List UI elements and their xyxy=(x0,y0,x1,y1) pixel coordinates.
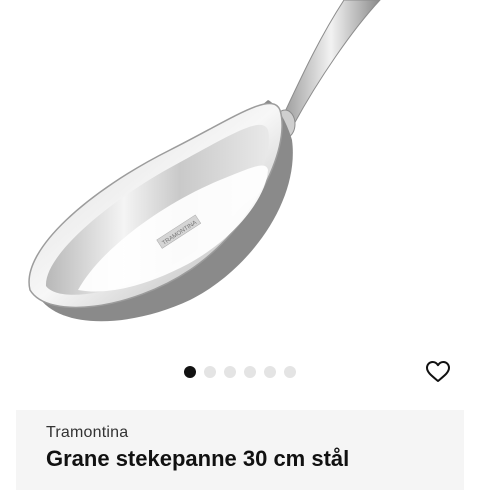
image-carousel-dots[interactable] xyxy=(184,366,296,378)
product-info-card: Tramontina Grane stekepanne 30 cm stål xyxy=(16,410,464,490)
carousel-dot[interactable] xyxy=(284,366,296,378)
heart-outline-icon xyxy=(426,361,450,382)
frying-pan-image: TRAMONTINA xyxy=(28,0,381,322)
carousel-dot[interactable] xyxy=(264,366,276,378)
product-title: Grane stekepanne 30 cm stål xyxy=(46,446,350,471)
carousel-dot[interactable] xyxy=(204,366,216,378)
carousel-dot[interactable] xyxy=(224,366,236,378)
carousel-dot[interactable] xyxy=(244,366,256,378)
product-image[interactable]: TRAMONTINA xyxy=(0,0,480,352)
carousel-dot[interactable] xyxy=(184,366,196,378)
favorite-button[interactable] xyxy=(424,358,452,386)
product-brand[interactable]: Tramontina xyxy=(46,424,128,442)
